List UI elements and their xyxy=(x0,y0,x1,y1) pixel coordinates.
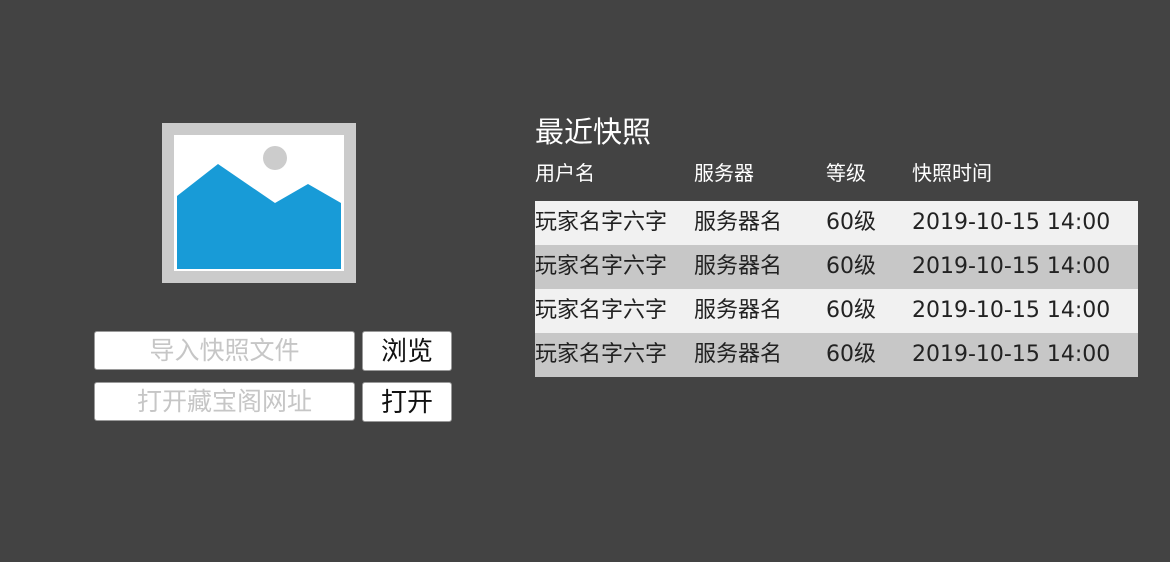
row-snapshot-time: 2019-10-15 14:00 xyxy=(912,298,1111,323)
snapshot-row[interactable]: 玩家名字六字 服务器名 60级 2019-10-15 14:00 xyxy=(535,289,1138,333)
row-username: 玩家名字六字 xyxy=(535,210,668,235)
column-header-snapshot-time: 快照时间 xyxy=(912,161,992,185)
image-mountains-icon xyxy=(177,164,341,269)
browse-button[interactable]: 浏览 xyxy=(362,331,452,371)
row-snapshot-time: 2019-10-15 14:00 xyxy=(912,342,1111,367)
row-level: 60级 xyxy=(826,210,876,235)
row-snapshot-time: 2019-10-15 14:00 xyxy=(912,210,1111,235)
row-username: 玩家名字六字 xyxy=(535,298,668,323)
row-server: 服务器名 xyxy=(694,254,783,279)
row-level: 60级 xyxy=(826,298,876,323)
recent-snapshots-header: 用户名 服务器 等级 快照时间 xyxy=(535,158,1138,188)
row-server: 服务器名 xyxy=(694,342,783,367)
row-server: 服务器名 xyxy=(694,298,783,323)
recent-snapshots-title: 最近快照 xyxy=(535,115,652,149)
row-username: 玩家名字六字 xyxy=(535,342,668,367)
snapshot-preview-inner xyxy=(174,135,344,271)
snapshot-preview-image xyxy=(162,123,356,283)
image-sun-icon xyxy=(263,146,287,170)
row-server: 服务器名 xyxy=(694,210,783,235)
image-placeholder-icon xyxy=(177,146,341,269)
column-header-level: 等级 xyxy=(826,161,866,185)
treasure-pavilion-url-input[interactable] xyxy=(94,382,355,421)
row-level: 60级 xyxy=(826,342,876,367)
snapshot-row[interactable]: 玩家名字六字 服务器名 60级 2019-10-15 14:00 xyxy=(535,333,1138,377)
snapshot-row[interactable]: 玩家名字六字 服务器名 60级 2019-10-15 14:00 xyxy=(535,201,1138,245)
column-header-server: 服务器 xyxy=(694,161,754,185)
snapshot-row[interactable]: 玩家名字六字 服务器名 60级 2019-10-15 14:00 xyxy=(535,245,1138,289)
row-username: 玩家名字六字 xyxy=(535,254,668,279)
import-snapshot-input[interactable] xyxy=(94,331,355,370)
row-snapshot-time: 2019-10-15 14:00 xyxy=(912,254,1111,279)
recent-snapshots-table: 玩家名字六字 服务器名 60级 2019-10-15 14:00 玩家名字六字 … xyxy=(535,201,1138,377)
column-header-username: 用户名 xyxy=(535,161,595,185)
row-level: 60级 xyxy=(826,254,876,279)
open-button[interactable]: 打开 xyxy=(362,382,452,422)
